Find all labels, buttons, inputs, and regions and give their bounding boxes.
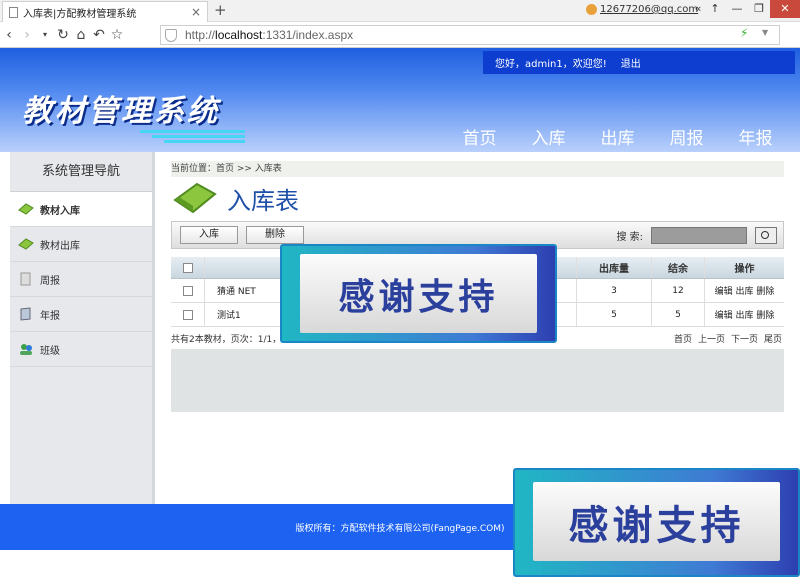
pager-last[interactable]: 尾页 — [764, 332, 782, 345]
overlay-banner-text: 感谢支持 — [300, 254, 537, 333]
diamond-icon — [18, 238, 34, 250]
nav-weekly[interactable]: 周报 — [652, 124, 721, 149]
search-label: 搜 索: — [616, 231, 643, 243]
sidebar-item-label: 周报 — [40, 275, 60, 287]
row-checkbox[interactable] — [182, 285, 193, 296]
overlay-banner: 感谢支持 — [513, 468, 800, 577]
diamond-icon — [18, 203, 34, 215]
page-header: 入库表 — [173, 177, 784, 219]
tab-close-icon[interactable]: × — [191, 5, 201, 19]
sidebar-item-label: 教材入库 — [40, 205, 80, 217]
close-button[interactable]: ✕ — [770, 0, 800, 18]
select-all-checkbox[interactable] — [182, 262, 193, 273]
cell-balance: 12 — [652, 279, 705, 302]
sidebar-item-label: 班级 — [40, 345, 60, 357]
document-icon — [9, 6, 18, 18]
upload-icon[interactable]: ↑ — [704, 0, 726, 18]
lightning-icon[interactable]: ⚡ — [740, 26, 748, 40]
sidebar: 系统管理导航 教材入库 教材出库 周报 年报 班级 — [10, 152, 155, 504]
search-input[interactable] — [651, 226, 747, 244]
forward-icon[interactable]: › — [18, 27, 36, 43]
document-icon — [20, 272, 31, 286]
pager-prev[interactable]: 上一页 — [698, 332, 725, 345]
address-bar: ‹ › ▾ ↻ ⌂ ↶ ☆ http://localhost:1331/inde… — [0, 22, 800, 48]
minimize-button[interactable]: — — [726, 0, 748, 18]
pager-first[interactable]: 首页 — [674, 332, 692, 345]
url-host: localhost — [215, 28, 263, 42]
copyright-text: 版权所有：方配软件技术有限公司(FangPage.COM) — [295, 523, 505, 534]
nav-home[interactable]: 首页 — [445, 124, 514, 149]
page-title: 入库表 — [227, 186, 299, 215]
sidebar-item-label: 教材出库 — [40, 240, 80, 252]
sidebar-item-label: 年报 — [40, 310, 60, 322]
row-select-cell — [171, 279, 205, 302]
restore-button[interactable]: ❐ — [748, 0, 770, 18]
url-rest: :1331/index.aspx — [262, 28, 354, 42]
browser-tab[interactable]: 入库表|方配教材管理系统 × — [2, 1, 208, 22]
pager-next[interactable]: 下一页 — [731, 332, 758, 345]
users-icon — [20, 344, 32, 355]
sidebar-item-stock-out[interactable]: 教材出库 — [10, 227, 152, 262]
undo-icon[interactable]: ↶ — [90, 27, 108, 43]
window-controls: « ↑ — ❐ ✕ — [692, 0, 800, 18]
row-checkbox[interactable] — [182, 309, 193, 320]
logo-decoration — [140, 130, 245, 144]
site-logo: 教材管理系统 — [22, 94, 220, 129]
home-icon[interactable]: ⌂ — [72, 27, 90, 43]
avatar-icon — [586, 4, 597, 15]
user-account[interactable]: 12677206@qq.com — [586, 4, 698, 15]
url-field[interactable]: http://localhost:1331/index.aspx — [160, 25, 780, 45]
sidebar-item-weekly[interactable]: 周报 — [10, 262, 152, 297]
sidebar-item-yearly[interactable]: 年报 — [10, 297, 152, 332]
greeting-text: 您好，admin1，欢迎您! — [495, 59, 607, 70]
overlay-banner: 感谢支持 — [280, 244, 557, 343]
select-all-cell — [171, 257, 205, 278]
url-prefix: http:// — [185, 28, 216, 42]
nav-stock-in[interactable]: 入库 — [514, 124, 583, 149]
cell-actions[interactable]: 编辑 出库 删除 — [705, 279, 784, 302]
sidebar-title: 系统管理导航 — [10, 152, 152, 192]
sidebar-item-class[interactable]: 班级 — [10, 332, 152, 367]
greeting-bar: 您好，admin1，欢迎您! 退出 — [483, 51, 795, 74]
tab-title: 入库表|方配教材管理系统 — [23, 8, 137, 20]
cell-out: 3 — [577, 279, 652, 302]
chevron-down-icon[interactable]: ▼ — [762, 28, 768, 37]
delete-button[interactable]: 删除 — [246, 226, 304, 244]
cell-out: 5 — [577, 303, 652, 326]
diamond-icon — [173, 182, 217, 214]
back-icon[interactable]: ‹ — [0, 27, 18, 43]
shield-icon — [165, 29, 177, 42]
book-icon — [20, 307, 31, 321]
logout-link[interactable]: 退出 — [621, 55, 641, 70]
cell-balance: 5 — [652, 303, 705, 326]
overlay-banner-text: 感谢支持 — [533, 482, 780, 561]
site-header: 您好，admin1，欢迎您! 退出 教材管理系统 首页 入库 出库 周报 年报 — [0, 48, 800, 152]
pager: 首页 上一页 下一页 尾页 — [674, 332, 784, 345]
column-header-out: 出库量 — [577, 257, 652, 278]
column-header-balance: 结余 — [652, 257, 705, 278]
nav-yearly[interactable]: 年报 — [721, 124, 790, 149]
nav-stock-out[interactable]: 出库 — [583, 124, 652, 149]
column-header-actions: 操作 — [734, 264, 755, 275]
browser-tab-strip: 入库表|方配教材管理系统 × + 12677206@qq.com « ↑ — ❐… — [0, 0, 800, 22]
search-icon[interactable] — [755, 226, 777, 244]
main-nav: 首页 入库 出库 周报 年报 — [445, 124, 790, 149]
add-button[interactable]: 入库 — [180, 226, 238, 244]
user-email[interactable]: 12677206@qq.com — [600, 4, 698, 15]
row-select-cell — [171, 303, 205, 326]
breadcrumb: 当前位置：首页 >> 入库表 — [171, 161, 784, 177]
dropdown-icon[interactable]: ▾ — [36, 30, 54, 39]
chevron-left-icon[interactable]: « — [692, 0, 704, 18]
star-icon[interactable]: ☆ — [108, 27, 126, 43]
cell-actions[interactable]: 编辑 出库 删除 — [705, 303, 784, 326]
refresh-icon[interactable]: ↻ — [54, 27, 72, 43]
new-tab-button[interactable]: + — [214, 1, 227, 19]
sidebar-item-stock-in[interactable]: 教材入库 — [10, 192, 152, 227]
